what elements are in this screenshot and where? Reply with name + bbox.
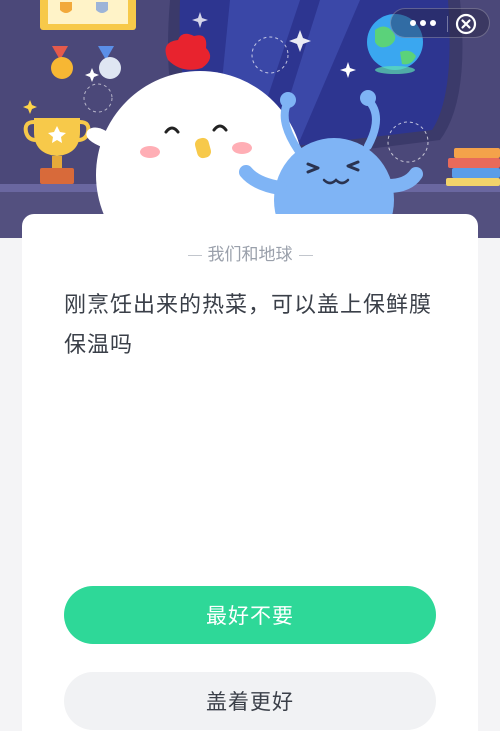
answer-option-a-button[interactable]: 最好不要 xyxy=(64,586,436,644)
quiz-card: 我们和地球 刚烹饪出来的热菜，可以盖上保鲜膜保温吗 最好不要 盖着更好 xyxy=(22,214,478,731)
close-circle-icon[interactable] xyxy=(455,13,477,35)
mini-program-capsule xyxy=(390,8,490,38)
hero-illustration xyxy=(0,0,500,238)
capsule-divider xyxy=(447,16,448,32)
books-icon xyxy=(446,148,500,186)
answer-option-b-label: 盖着更好 xyxy=(206,690,294,714)
trophy-frame-icon xyxy=(40,0,136,30)
answer-option-b-button[interactable]: 盖着更好 xyxy=(64,672,436,730)
quiz-category-label: 我们和地球 xyxy=(207,245,293,265)
quiz-category: 我们和地球 xyxy=(22,240,478,265)
divider-right xyxy=(298,254,313,256)
divider-left xyxy=(187,254,202,256)
more-dots-icon[interactable] xyxy=(405,9,441,37)
quiz-question: 刚烹饪出来的热菜，可以盖上保鲜膜保温吗 xyxy=(64,293,433,358)
answer-option-a-label: 最好不要 xyxy=(206,604,294,628)
